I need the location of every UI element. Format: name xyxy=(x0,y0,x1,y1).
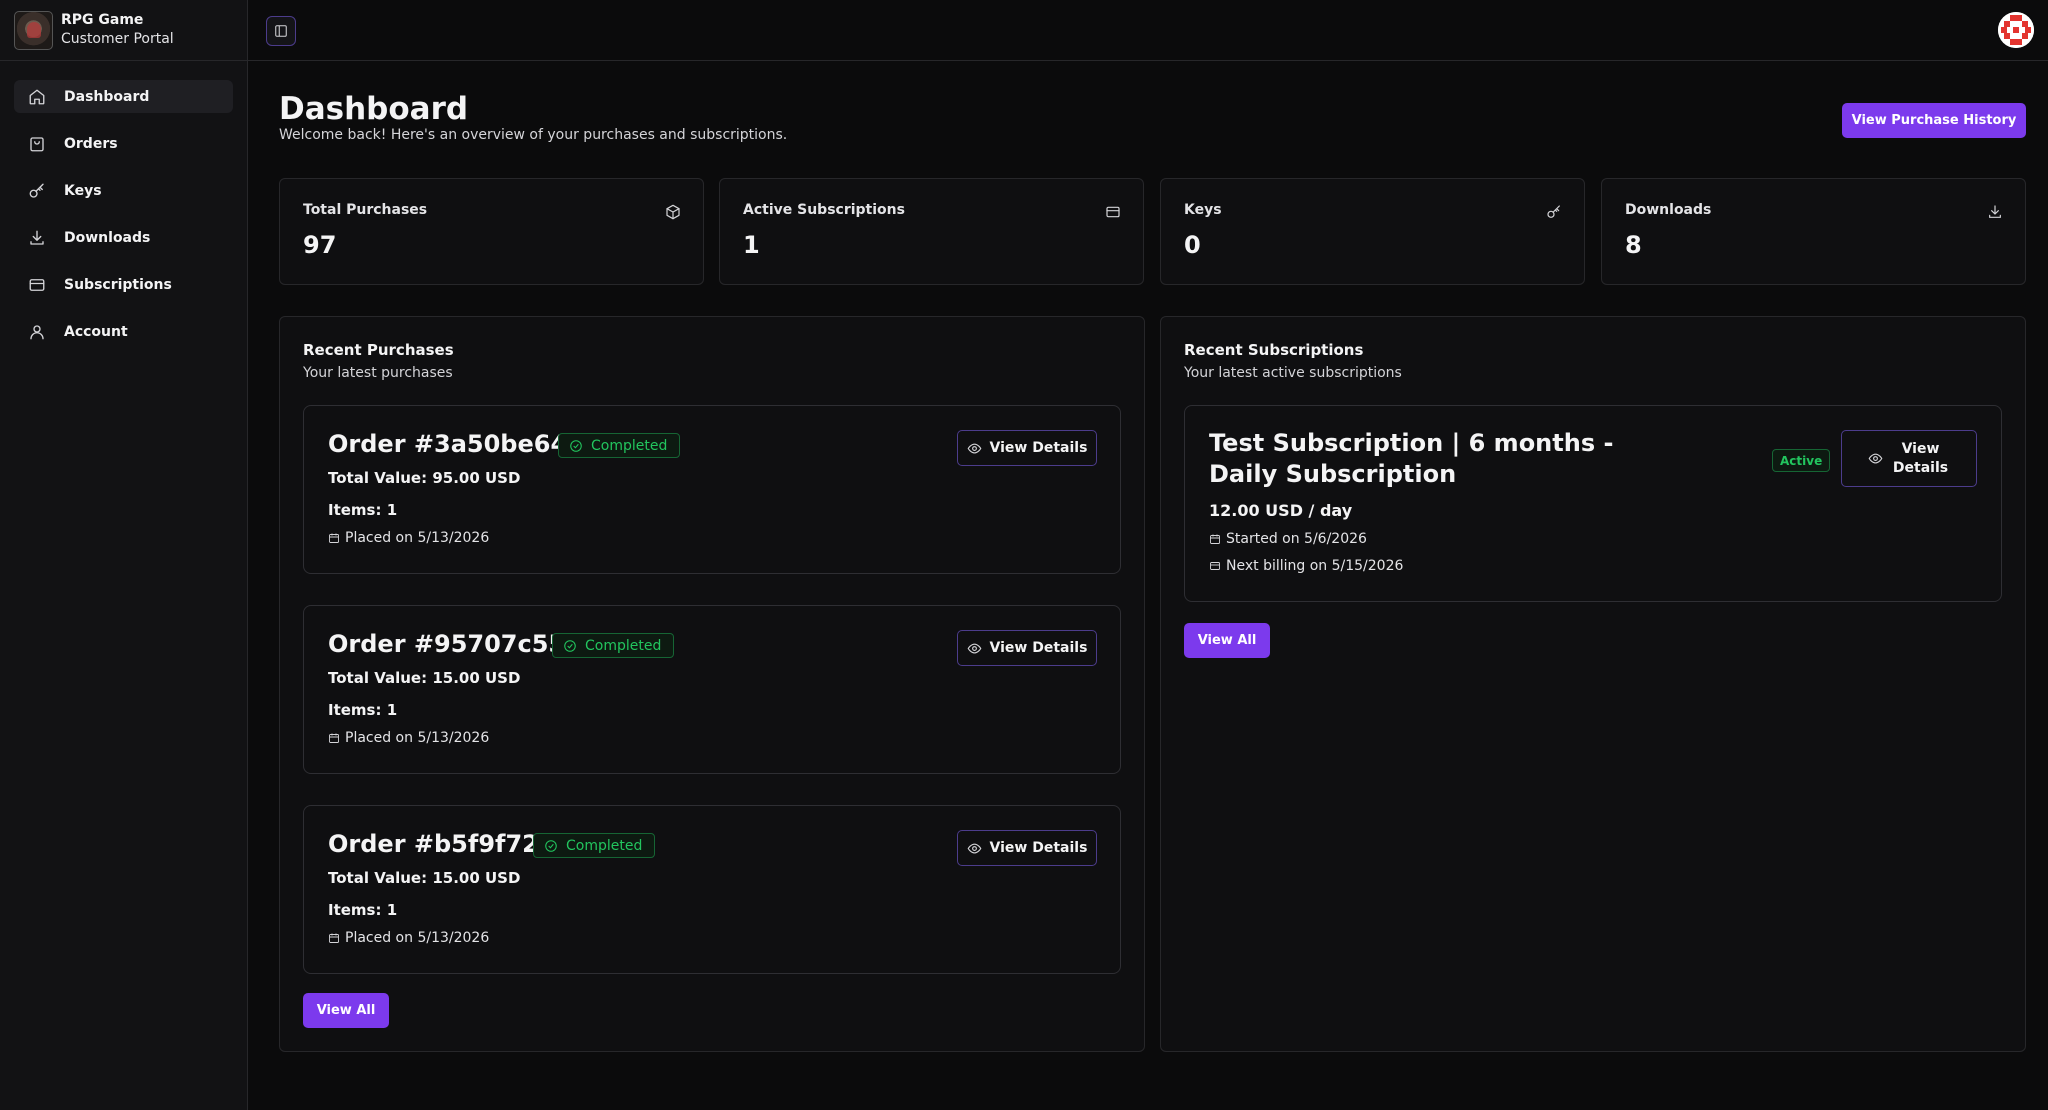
sidebar-item-account[interactable]: Account xyxy=(14,315,233,348)
download-icon xyxy=(28,229,46,247)
order-total: Total Value: 15.00 USD xyxy=(328,669,521,687)
sidebar-item-label: Dashboard xyxy=(64,88,150,105)
brand-title: RPG Game xyxy=(61,12,144,28)
check-circle-icon xyxy=(564,639,576,652)
panel-title: Recent Purchases xyxy=(303,341,454,359)
view-all-orders-button[interactable]: View All xyxy=(303,993,389,1028)
stat-value: 1 xyxy=(743,231,760,259)
package-icon xyxy=(665,204,681,220)
sidebar-item-label: Account xyxy=(64,323,128,340)
eye-icon xyxy=(967,843,981,853)
order-title: Order #95707c55 xyxy=(328,630,566,658)
order-date: Placed on 5/13/2026 xyxy=(328,930,489,946)
view-all-subscriptions-button[interactable]: View All xyxy=(1184,623,1270,658)
panel-left-icon xyxy=(274,24,288,38)
subscription-title: Test Subscription | 6 months - Daily Sub… xyxy=(1209,429,1614,488)
sidebar-item-orders[interactable]: Orders xyxy=(14,127,233,160)
stat-label: Keys xyxy=(1184,202,1222,218)
calendar-icon xyxy=(329,733,339,743)
eye-icon xyxy=(1868,453,1882,464)
stat-card-total-purchases: Total Purchases 97 xyxy=(279,178,704,285)
stat-card-active-subscriptions: Active Subscriptions 1 xyxy=(719,178,1144,285)
order-items: Items: 1 xyxy=(328,501,398,519)
sidebar-toggle-button[interactable] xyxy=(266,16,296,46)
calendar-icon xyxy=(329,533,339,543)
stat-value: 97 xyxy=(303,231,337,259)
recent-subscriptions-panel: Recent Subscriptions Your latest active … xyxy=(1160,316,2026,1052)
stat-label: Active Subscriptions xyxy=(743,202,905,218)
brand-logo xyxy=(14,10,53,50)
order-card: Order #b5f9f721 Completed Total Value: 1… xyxy=(303,805,1121,974)
credit-card-icon xyxy=(28,276,46,294)
stat-value: 8 xyxy=(1625,231,1642,259)
view-details-button[interactable]: View Details xyxy=(957,630,1097,666)
stat-label: Total Purchases xyxy=(303,202,428,218)
status-badge: Completed xyxy=(558,433,681,458)
avatar[interactable] xyxy=(1998,12,2034,48)
sidebar-item-downloads[interactable]: Downloads xyxy=(14,221,233,254)
order-title: Order #3a50be64 xyxy=(328,430,568,458)
key-icon xyxy=(28,182,46,200)
order-title: Order #b5f9f721 xyxy=(328,830,556,858)
credit-card-icon xyxy=(1105,204,1121,220)
recent-purchases-panel: Recent Purchases Your latest purchases O… xyxy=(279,316,1145,1052)
stat-card-keys: Keys 0 xyxy=(1160,178,1585,285)
view-purchase-history-button[interactable]: View Purchase History xyxy=(1842,103,2026,138)
sidebar-nav: Dashboard Orders Keys Downloads Subscrip… xyxy=(0,61,247,348)
order-date: Placed on 5/13/2026 xyxy=(328,530,489,546)
brand-subtitle: Customer Portal xyxy=(61,31,174,47)
page-subtitle: Welcome back! Here's an overview of your… xyxy=(279,127,788,143)
calendar-icon xyxy=(1210,534,1220,544)
view-details-button[interactable]: View Details xyxy=(957,830,1097,866)
order-total: Total Value: 15.00 USD xyxy=(328,869,521,887)
view-details-button[interactable]: View Details xyxy=(957,430,1097,466)
key-icon xyxy=(1546,204,1562,220)
calendar-icon xyxy=(329,933,339,943)
stat-label: Downloads xyxy=(1625,202,1712,218)
home-icon xyxy=(28,88,46,106)
view-details-button[interactable]: View Details xyxy=(1841,430,1977,487)
sidebar-item-label: Keys xyxy=(64,182,102,199)
sidebar-item-label: Downloads xyxy=(64,229,151,246)
credit-card-icon xyxy=(1210,562,1220,570)
eye-icon xyxy=(967,443,981,453)
order-total: Total Value: 95.00 USD xyxy=(328,469,521,487)
shopping-bag-icon xyxy=(28,135,46,153)
eye-icon xyxy=(967,643,981,653)
panel-title: Recent Subscriptions xyxy=(1184,341,1364,359)
order-card: Order #95707c55 Completed Total Value: 1… xyxy=(303,605,1121,774)
subscription-price: 12.00 USD / day xyxy=(1209,501,1353,520)
check-circle-icon xyxy=(545,839,557,852)
stat-value: 0 xyxy=(1184,231,1201,259)
stat-card-downloads: Downloads 8 xyxy=(1601,178,2026,285)
subscription-card: Test Subscription | 6 months - Daily Sub… xyxy=(1184,405,2002,602)
order-date: Placed on 5/13/2026 xyxy=(328,730,489,746)
subscription-next-billing: Next billing on 5/15/2026 xyxy=(1209,558,1403,574)
order-card: Order #3a50be64 Completed Total Value: 9… xyxy=(303,405,1121,574)
order-items: Items: 1 xyxy=(328,701,398,719)
status-badge: Completed xyxy=(552,633,675,658)
panel-subtitle: Your latest purchases xyxy=(303,365,453,381)
sidebar: RPG Game Customer Portal Dashboard Order… xyxy=(0,0,248,1110)
user-icon xyxy=(28,323,46,341)
avatar-pattern-icon xyxy=(1998,12,2034,48)
sidebar-item-subscriptions[interactable]: Subscriptions xyxy=(14,268,233,301)
page-title: Dashboard xyxy=(279,91,469,127)
check-circle-icon xyxy=(570,439,582,452)
sidebar-item-label: Subscriptions xyxy=(64,276,172,293)
sidebar-item-keys[interactable]: Keys xyxy=(14,174,233,207)
status-badge: Completed xyxy=(533,833,656,858)
sidebar-item-dashboard[interactable]: Dashboard xyxy=(14,80,233,113)
panel-subtitle: Your latest active subscriptions xyxy=(1184,365,1402,381)
download-icon xyxy=(1987,204,2003,220)
status-badge: Active xyxy=(1772,449,1831,472)
brand[interactable]: RPG Game Customer Portal xyxy=(0,0,247,61)
topbar xyxy=(248,0,2048,61)
order-items: Items: 1 xyxy=(328,901,398,919)
subscription-start-date: Started on 5/6/2026 xyxy=(1209,531,1367,547)
sidebar-item-label: Orders xyxy=(64,135,118,152)
